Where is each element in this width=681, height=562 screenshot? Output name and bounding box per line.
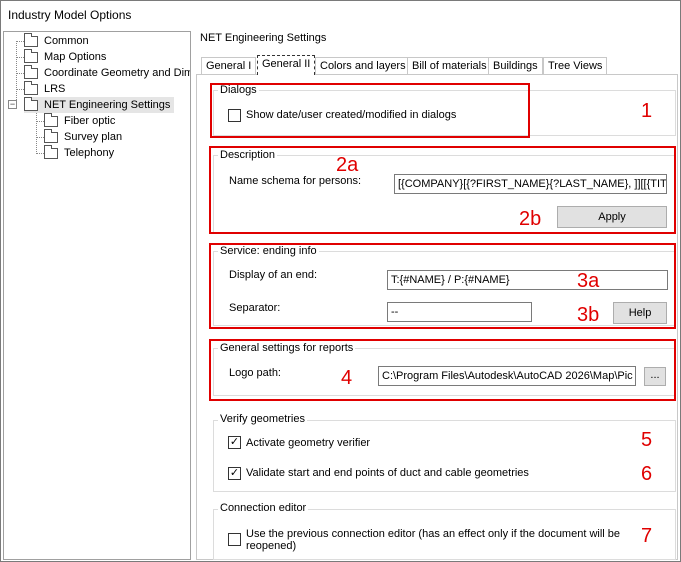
tab-tree-views[interactable]: Tree Views [543,57,608,74]
tree-item-net-engineering-settings[interactable]: NET Engineering Settings [24,97,174,113]
annotation-box-1 [210,83,530,138]
connection-group-title: Connection editor [218,502,309,514]
folder-icon [44,113,58,127]
folder-icon [24,65,38,79]
tree-item-label: Telephony [64,147,115,159]
folder-icon [24,97,38,111]
tab-general-ii[interactable]: General II [257,55,316,75]
annotation-number-2a: 2a [336,154,359,176]
annotation-number-3b: 3b [577,304,600,326]
annotation-number-5: 5 [641,429,653,451]
annotation-number-6: 6 [641,463,653,485]
annotation-number-4: 4 [341,367,353,389]
verify-group-title: Verify geometries [218,413,307,425]
tree-item-label: Survey plan [64,131,123,143]
tree-item-label: LRS [44,83,66,95]
annotation-number-2b: 2b [519,208,542,230]
annotation-box-3 [209,243,676,329]
collapse-icon[interactable]: − [8,100,17,109]
folder-icon [24,49,38,63]
previous-editor-label: Use the previous connection editor (has … [246,528,621,552]
annotation-number-1: 1 [641,100,653,122]
window-title: Industry Model Options [8,8,132,22]
validate-points-label: Validate start and end points of duct an… [246,467,529,479]
tree-item-label: Coordinate Geometry and Dime [44,67,191,79]
annotation-number-3a: 3a [577,270,600,292]
annotation-box-4 [209,339,676,401]
annotation-box-2 [209,146,676,234]
folder-icon [44,145,58,159]
tree-item-label: Fiber optic [64,115,116,127]
tab-bill-of-materials[interactable]: Bill of materials [407,57,492,74]
options-tree[interactable]: Common Map Options Coordinate Geometry a… [3,31,191,560]
previous-editor-checkbox[interactable] [228,533,241,546]
tree-item-label: Map Options [44,51,107,63]
tab-colors-and-layers[interactable]: Colors and layers [315,57,411,74]
tree-connector [36,112,37,154]
folder-icon [24,33,38,47]
verify-geometries-group [213,420,676,492]
tree-item-label: Common [44,35,89,47]
panel-title: NET Engineering Settings [200,32,327,44]
activate-verifier-label: Activate geometry verifier [246,437,371,449]
activate-verifier-checkbox[interactable]: ✓ [228,436,241,449]
tree-item-label: NET Engineering Settings [44,99,171,111]
folder-icon [44,129,58,143]
validate-points-checkbox[interactable]: ✓ [228,467,241,480]
tab-general-i[interactable]: General I [201,57,257,74]
folder-icon [24,81,38,95]
annotation-number-7: 7 [641,525,653,547]
tab-buildings[interactable]: Buildings [488,57,543,74]
